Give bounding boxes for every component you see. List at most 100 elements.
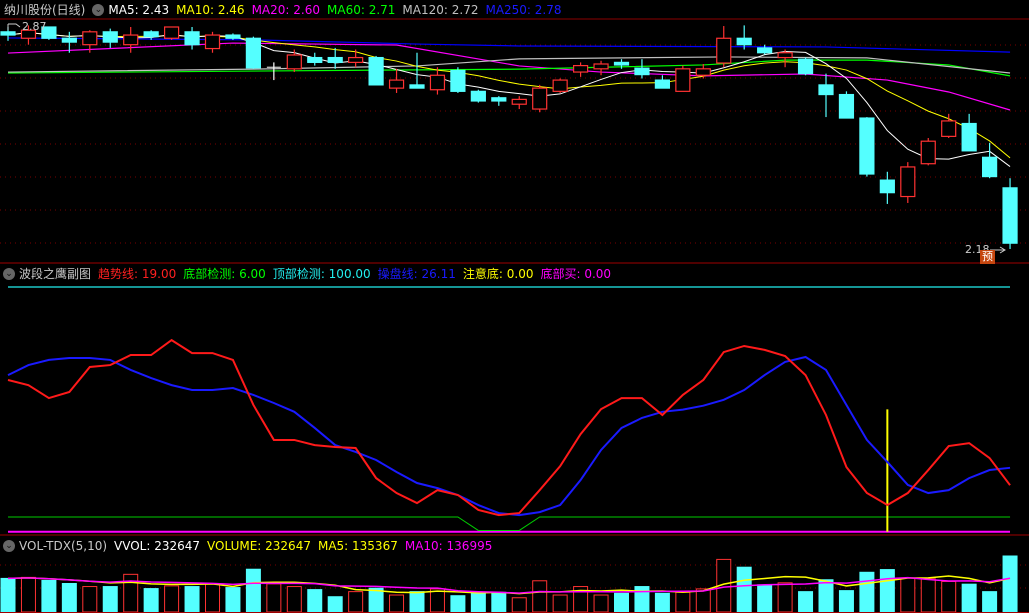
candle-body: [920, 140, 936, 165]
high-price-label: 2.87: [22, 20, 47, 33]
candle-body: [552, 79, 568, 92]
volume-bar: [205, 583, 220, 613]
volume-bar: [348, 591, 364, 613]
ma10-value: MA10: 2.46: [176, 3, 245, 17]
candle-body: [736, 37, 752, 46]
volume-bar: [900, 577, 916, 613]
candle-body: [961, 122, 977, 152]
volume-bar: [245, 568, 261, 613]
candle-body: [879, 179, 895, 194]
indicator-title: 波段之鹰副图: [19, 267, 92, 281]
volume-bar: [1002, 555, 1018, 613]
volume-bar: [757, 584, 773, 613]
candle-body: [941, 120, 957, 137]
volume-bar: [0, 577, 16, 613]
volume-bar: [675, 591, 691, 613]
candle-body: [838, 93, 855, 119]
ma120-value: MA120: 2.72: [402, 3, 479, 17]
ma60-line: [7, 59, 1011, 77]
volume-bar: [307, 589, 323, 613]
volume-bar: [511, 597, 527, 613]
candle-body: [388, 79, 405, 89]
volume-title: VOL-TDX(5,10): [19, 539, 108, 553]
high-price-arrow: [7, 23, 21, 30]
candle-body: [757, 47, 773, 54]
chevron-down-icon[interactable]: ⌄: [92, 4, 105, 16]
volume-bar: [654, 592, 670, 613]
volume-bar: [859, 571, 875, 613]
trend-line-value: 趋势线: 19.00: [98, 267, 177, 281]
candle-body: [593, 63, 609, 70]
candle-body: [777, 52, 793, 59]
volume-bar: [327, 596, 343, 613]
volume-bar: [184, 586, 200, 613]
main-chart-header: 纳川股份(日线) ⌄ MA5: 2.43 MA10: 2.46 MA20: 2.…: [4, 1, 569, 19]
vvol-value: VVOL: 232647: [114, 539, 201, 553]
volume-bar: [593, 594, 609, 613]
volume-bar: [368, 587, 384, 613]
candle-body: [245, 37, 261, 69]
operate-line-value: 操盘线: 26.11: [377, 267, 456, 281]
candle-body: [143, 31, 159, 38]
ma20-value: MA20: 2.60: [251, 3, 320, 17]
candle-body: [511, 98, 527, 105]
volume-bar: [532, 580, 548, 613]
ma250-line: [7, 37, 1011, 53]
candle-body: [61, 37, 77, 43]
candle-body: [716, 37, 732, 64]
volume-bar: [736, 566, 752, 613]
candle-body: [797, 58, 814, 75]
chevron-down-icon[interactable]: ⌄: [3, 268, 15, 280]
ma60-value: MA60: 2.71: [327, 3, 396, 17]
candle-body: [286, 54, 302, 70]
volume-header: ⌄ VOL-TDX(5,10) VVOL: 232647 VOLUME: 232…: [3, 537, 499, 555]
candle-body: [634, 67, 650, 76]
volume-value: VOLUME: 232647: [207, 539, 311, 553]
candle-body: [450, 69, 466, 92]
candle-body: [102, 31, 118, 43]
volume-bar: [695, 588, 711, 613]
volume-bar: [552, 594, 568, 613]
candle-body: [654, 79, 671, 89]
candle-body: [1002, 187, 1018, 244]
bottom-detect-line: [8, 516, 1011, 531]
volume-bar: [491, 591, 507, 613]
candle-body: [123, 34, 139, 46]
operate-line: [7, 355, 1011, 517]
forecast-badge[interactable]: 预: [980, 250, 995, 264]
chevron-down-icon[interactable]: ⌄: [3, 540, 15, 552]
bottom-detect-value: 底部检测: 6.00: [183, 267, 266, 281]
candle-body: [900, 166, 916, 198]
vol-ma5-value: MA5: 135367: [317, 539, 398, 553]
stock-title: 纳川股份(日线): [4, 3, 86, 17]
volume-bar: [982, 591, 998, 613]
chart-canvas[interactable]: [0, 0, 1029, 613]
volume-bar: [838, 590, 854, 613]
volume-bar: [614, 592, 629, 613]
volume-bar: [777, 582, 793, 613]
vol-ma10-value: MA10: 136995: [404, 539, 493, 553]
candle-body: [409, 84, 425, 89]
ma20-line: [7, 42, 1011, 111]
candle-body: [0, 31, 16, 36]
volume-bar: [429, 588, 445, 613]
candle-body: [82, 31, 98, 46]
candle-body: [981, 156, 998, 178]
candle-body: [859, 117, 875, 175]
volume-bar: [389, 594, 405, 613]
candle-body: [470, 90, 486, 102]
ma250-value: MA250: 2.78: [485, 3, 562, 17]
volume-bar: [225, 587, 241, 613]
volume-bar: [102, 586, 118, 613]
ma5-value: MA5: 2.43: [108, 3, 170, 17]
candle-body: [184, 31, 200, 46]
volume-bar: [470, 592, 486, 613]
candle-body: [491, 97, 507, 102]
candle-body: [572, 65, 589, 73]
candle-body: [429, 74, 446, 91]
candle-body: [675, 68, 691, 92]
candle-body: [348, 56, 364, 63]
volume-bar: [409, 591, 425, 613]
volume-bar: [450, 595, 466, 613]
candle-body: [327, 56, 343, 63]
